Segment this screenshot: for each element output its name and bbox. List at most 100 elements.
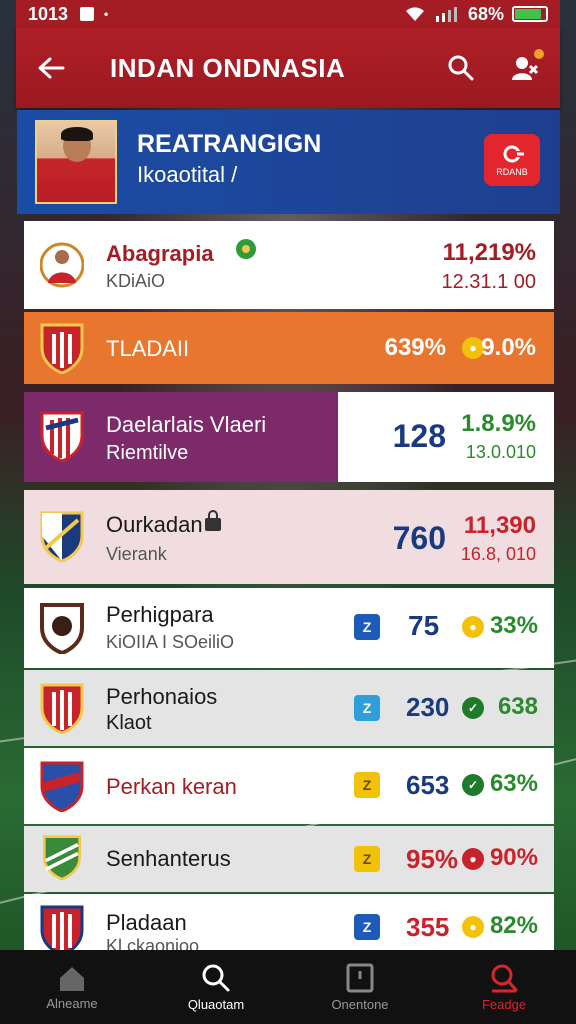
- app-bar: INDAN ONDNASIA: [16, 28, 560, 108]
- club-crest-icon: [40, 603, 84, 654]
- list-item[interactable]: Ourkadan Vierank 760 11,390 16.8, 010: [24, 490, 554, 584]
- status-dot-icon: ●: [462, 616, 484, 638]
- list-item[interactable]: Daelarlais Vlaeri Riemtilve 128 1.8.9% 1…: [24, 392, 554, 482]
- document-icon: [346, 963, 374, 992]
- search-icon: [448, 55, 474, 81]
- nav-label: Onentone: [331, 996, 389, 1012]
- row-value-top: 11,219%: [442, 239, 536, 266]
- featured-subtitle: Ikoaotital /: [137, 162, 238, 187]
- row-title: Pladaan: [106, 910, 187, 935]
- nav-home[interactable]: Alneame: [12, 964, 132, 1011]
- arrow-left-icon: [38, 57, 65, 79]
- club-crest-icon: [40, 511, 84, 562]
- row-title: Ourkadan: [106, 512, 203, 537]
- row-value: 75: [408, 610, 440, 641]
- club-crest-icon: [40, 323, 84, 374]
- back-button[interactable]: [34, 51, 68, 85]
- nav-search[interactable]: Qluaotam: [156, 963, 276, 1012]
- featured-name: REATRANGIGN: [137, 130, 322, 158]
- ball-icon: [236, 239, 256, 259]
- row-subtitle: Vierank: [106, 544, 167, 564]
- status-bar: 1013 • 68%: [16, 0, 560, 28]
- list-item[interactable]: Senhanterus Z 95% ● 90%: [24, 826, 554, 892]
- nav-label: Feadge: [481, 996, 527, 1012]
- row-value: 95%: [406, 844, 459, 874]
- nav-label: Qluaotam: [187, 996, 245, 1012]
- list-item[interactable]: Perkan keran Z 653 ✓ 63%: [24, 748, 554, 824]
- row-value: 128: [392, 418, 446, 454]
- row-title: Senhanterus: [106, 846, 231, 871]
- row-value: 639%: [384, 334, 446, 361]
- notification-badge: [534, 49, 544, 59]
- row-percent: 9.0%: [481, 334, 536, 361]
- profile-button[interactable]: [508, 49, 544, 85]
- player-avatar-icon: [40, 242, 84, 288]
- row-value: 653: [406, 770, 450, 800]
- status-dot-icon: •: [104, 7, 109, 21]
- rank-badge: Z: [354, 914, 380, 940]
- row-value-bottom: 13.0.010: [465, 442, 536, 462]
- list-item[interactable]: Perhonaios Klaot Z 230 ✓ 638: [24, 670, 554, 746]
- row-percent: 638: [497, 693, 538, 720]
- row-value: 355: [406, 912, 450, 942]
- row-percent: 82%: [489, 912, 538, 939]
- club-crest-icon: [40, 761, 84, 812]
- wifi-icon: [405, 7, 424, 21]
- row-title: Perhigpara: [106, 602, 214, 627]
- home-icon: [60, 966, 84, 991]
- notification-icon: [80, 7, 95, 21]
- row-title: Abagrapia: [106, 241, 214, 266]
- check-icon: ✓: [462, 697, 484, 719]
- rank-badge: Z: [354, 846, 380, 872]
- live-label: RDANB: [496, 167, 528, 177]
- row-title: TLADAII: [106, 336, 190, 361]
- row-title: Perkan keran: [106, 774, 237, 799]
- search-icon: [202, 964, 230, 991]
- club-crest-icon: [40, 411, 84, 462]
- player-photo: [35, 120, 117, 204]
- status-dot-icon: ●: [462, 848, 484, 870]
- row-value-top: 1.8.9%: [461, 410, 536, 437]
- club-crest-icon: [40, 683, 84, 734]
- status-dot-icon: ●: [462, 916, 484, 938]
- live-button[interactable]: RDANB: [484, 134, 540, 186]
- list-item[interactable]: Pladaan Kl.ckaonioo Z 355 ● 82%: [24, 894, 554, 950]
- row-title: Perhonaios: [106, 684, 218, 709]
- bottom-nav: Alneame Qluaotam Onentone Feadge: [0, 950, 576, 1024]
- row-subtitle: KDiAiO: [106, 271, 166, 291]
- check-icon: ✓: [462, 774, 484, 796]
- row-percent: 33%: [489, 612, 538, 639]
- list-item[interactable]: TLADAII 639% ● 9.0%: [24, 312, 554, 384]
- list-item[interactable]: Perhigpara KiOIIA I SOeiliO Z 75 ● 33%: [24, 588, 554, 668]
- row-subtitle: Riemtilve: [106, 442, 189, 464]
- page-title: INDAN ONDNASIA: [110, 52, 346, 83]
- row-title: Daelarlais Vlaeri: [106, 412, 267, 437]
- rank-badge: Z: [354, 614, 380, 640]
- club-crest-icon: [42, 835, 82, 880]
- lock-icon: [205, 510, 221, 531]
- row-subtitle: Kl.ckaonioo: [106, 936, 200, 950]
- search-button[interactable]: [444, 51, 478, 85]
- signal-icon: [435, 7, 457, 22]
- row-value-top: 11,390: [463, 512, 536, 539]
- row-value: 230: [406, 692, 450, 722]
- row-percent: 63%: [489, 770, 538, 797]
- row-subtitle: Klaot: [106, 712, 152, 734]
- row-value-bottom: 12.31.1 00: [441, 271, 536, 293]
- nav-profile[interactable]: Feadge: [444, 963, 564, 1012]
- battery-icon: [512, 6, 548, 22]
- status-time: 1013: [28, 3, 69, 24]
- row-value: 760: [392, 520, 446, 556]
- nav-label: Alneame: [46, 995, 98, 1011]
- rank-badge: Z: [354, 695, 380, 721]
- row-value-bottom: 16.8, 010: [460, 544, 536, 564]
- list-item[interactable]: Abagrapia KDiAiO 11,219% 12.31.1 00: [24, 221, 554, 309]
- featured-banner[interactable]: REATRANGIGN Ikoaotital / RDANB: [17, 110, 560, 214]
- club-crest-icon: [40, 905, 84, 950]
- row-subtitle: KiOIIA I SOeiliO: [106, 632, 235, 652]
- row-percent: 90%: [489, 844, 538, 871]
- rank-badge: Z: [354, 772, 380, 798]
- live-stream-icon: [503, 145, 524, 163]
- battery-percent: 68%: [467, 3, 504, 24]
- nav-stats[interactable]: Onentone: [300, 963, 420, 1012]
